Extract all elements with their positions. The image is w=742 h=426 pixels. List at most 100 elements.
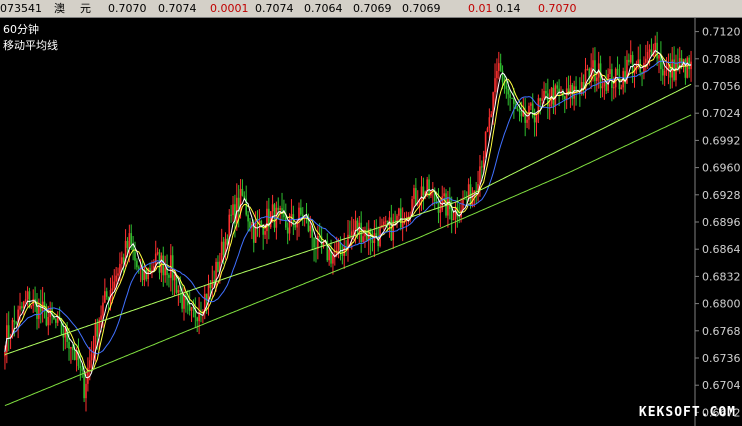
candle-body <box>663 71 666 76</box>
candle-body <box>309 225 312 232</box>
candle-body <box>511 97 513 99</box>
candle-body <box>332 255 334 264</box>
candle-body <box>85 383 87 399</box>
candle-body <box>601 86 604 89</box>
quote-value-2: 0.7074 <box>158 2 197 15</box>
candle-body <box>543 90 545 99</box>
candle-body <box>73 350 76 360</box>
candle-body <box>484 131 487 157</box>
candle-body <box>239 188 242 213</box>
moving-average-line <box>4 60 692 355</box>
candle-body <box>260 220 263 225</box>
candle-body <box>181 291 183 309</box>
candle-body <box>399 208 402 228</box>
candle-body <box>552 87 555 106</box>
candlestick-chart[interactable]: 0.7120 0.7088 0.7056 0.7024 0.6992 0.6960 0.69… <box>0 18 742 426</box>
quote-value-8: 0.14 <box>496 2 521 15</box>
candle-body <box>115 275 117 282</box>
candle-body <box>90 353 93 361</box>
candle-body <box>488 117 491 129</box>
candle-body <box>96 323 99 337</box>
candle-body <box>286 227 289 234</box>
candle-body <box>188 305 191 311</box>
candle-body <box>637 59 640 64</box>
candle-body <box>413 188 415 199</box>
candle-body <box>258 220 261 223</box>
candle-body <box>317 235 319 249</box>
candle-body <box>30 305 33 308</box>
candle-body <box>230 214 232 216</box>
y-tick-label: 0.6768 <box>702 325 741 338</box>
candle-body <box>137 267 140 269</box>
candle-body <box>104 291 106 303</box>
candle-body <box>465 199 468 201</box>
candle-body <box>211 280 214 289</box>
candle-body <box>145 269 148 280</box>
candle-body <box>628 59 630 63</box>
quote-value-4: 0.7064 <box>304 2 343 15</box>
candle-body <box>497 63 500 71</box>
candle-body <box>646 51 649 59</box>
candle-body <box>7 325 10 339</box>
y-tick-label: 0.6704 <box>702 379 741 392</box>
candle-body <box>426 179 428 192</box>
candle-body <box>366 231 368 241</box>
candle-body <box>70 347 72 349</box>
moving-average-line <box>4 52 692 372</box>
candle-body <box>13 320 16 322</box>
candle-body <box>439 209 442 213</box>
candle-body <box>507 88 510 95</box>
candle-body <box>531 103 534 118</box>
candle-body <box>499 63 502 71</box>
candle-body <box>100 315 102 320</box>
candle-body <box>629 54 632 63</box>
indicator-label: 移动平均线 <box>3 39 58 52</box>
candle-body <box>128 233 131 248</box>
candle-body <box>113 281 116 289</box>
candle-body <box>479 166 481 185</box>
y-tick-label: 0.6896 <box>702 216 741 229</box>
candle-body <box>518 110 521 112</box>
candle-body <box>19 306 21 310</box>
candle-body <box>105 291 108 297</box>
candle-body <box>645 58 647 63</box>
candle-body <box>337 242 340 250</box>
candle-body <box>362 236 364 243</box>
candle-body <box>684 59 687 78</box>
candle-body <box>279 208 281 210</box>
candle-body <box>631 54 634 74</box>
candle-body <box>350 231 353 236</box>
candle-body <box>563 96 566 100</box>
candle-body <box>83 370 85 399</box>
candle-body <box>688 57 690 70</box>
candle-body <box>416 204 419 206</box>
y-tick-label: 0.7088 <box>702 53 741 66</box>
candle-body <box>173 275 176 281</box>
quote-value-5: 0.7069 <box>353 2 392 15</box>
candle-body <box>467 184 470 200</box>
candle-body <box>102 302 104 316</box>
candle-body <box>164 267 166 276</box>
quote-name: 澳 <box>54 2 65 15</box>
candle-body <box>396 215 398 222</box>
candle-body <box>300 207 302 215</box>
candle-body <box>541 98 543 101</box>
period-label: 60分钟 <box>3 23 39 36</box>
y-tick-label: 0.6832 <box>702 270 741 283</box>
candle-body <box>94 323 97 351</box>
candle-body <box>136 260 138 268</box>
candle-body <box>177 290 180 293</box>
candle-body <box>656 42 658 59</box>
candle-body <box>658 55 660 59</box>
candle-body <box>616 68 619 76</box>
candle-body <box>490 114 493 118</box>
candle-body <box>530 103 532 106</box>
quote-currency: 元 <box>80 2 91 15</box>
candle-body <box>680 58 683 63</box>
watermark-logo: KEKSOFT.COM <box>638 405 736 420</box>
candle-body <box>196 317 199 322</box>
candle-body <box>254 222 257 243</box>
candle-body <box>447 197 449 216</box>
y-tick-label: 0.6928 <box>702 189 741 202</box>
candle-body <box>15 321 18 324</box>
